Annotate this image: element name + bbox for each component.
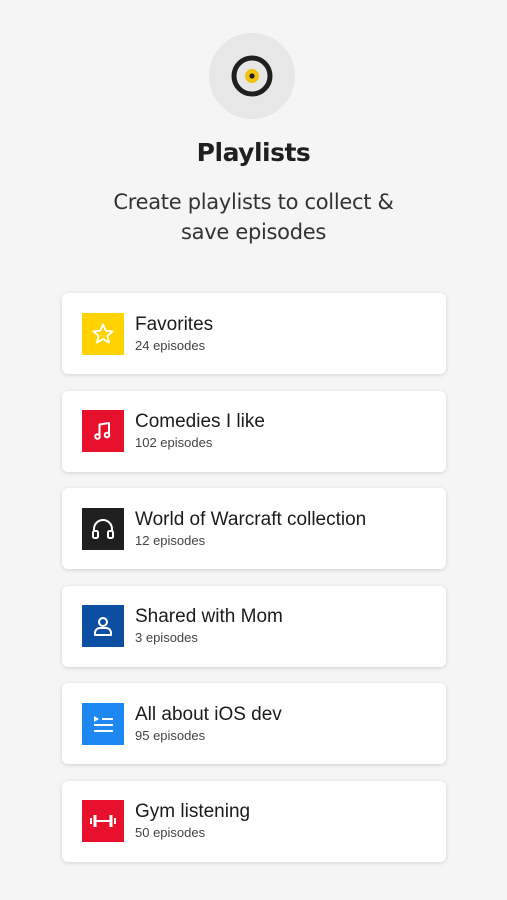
- headphones-icon: [82, 507, 124, 550]
- playlist-episode-count: 3 episodes: [135, 630, 198, 646]
- dumbbell-icon: [82, 800, 124, 843]
- music-note-icon: [82, 410, 124, 453]
- page-subtitle: Create playlists to collect & save episo…: [110, 187, 397, 247]
- playlist-item-shared-with-mom[interactable]: Shared with Mom 3 episodes: [62, 585, 446, 667]
- playlist-item-ios-dev[interactable]: All about iOS dev 95 episodes: [62, 683, 446, 765]
- playlist-item-comedies[interactable]: Comedies I like 102 episodes: [62, 390, 446, 472]
- playlist-name: Favorites: [135, 313, 214, 335]
- person-icon: [82, 605, 124, 648]
- playlist-episode-count: 12 episodes: [135, 532, 206, 548]
- playlist-item-gym[interactable]: Gym listening 50 episodes: [62, 780, 446, 862]
- playlist-name: All about iOS dev: [135, 703, 282, 725]
- playlist-list: Favorites 24 episodes Comedies I like 10…: [62, 293, 446, 879]
- playlist-name: World of Warcraft collection: [135, 508, 367, 530]
- subtitle-line-1: Create playlists to collect &: [113, 190, 394, 214]
- star-icon: [82, 312, 124, 355]
- playlist-name: Shared with Mom: [135, 606, 283, 628]
- playlist-name: Gym listening: [135, 801, 251, 823]
- page-title: Playlists: [196, 138, 311, 167]
- playlist-episode-count: 95 episodes: [135, 727, 206, 743]
- playlist-episode-count: 102 episodes: [135, 435, 213, 451]
- playlist-name: Comedies I like: [135, 411, 265, 433]
- subtitle-line-2: save episodes: [181, 220, 326, 244]
- playlist-icon: [82, 702, 124, 745]
- playlist-item-favorites[interactable]: Favorites 24 episodes: [62, 293, 446, 374]
- playlist-episode-count: 24 episodes: [135, 337, 206, 353]
- vinyl-record-icon: [209, 33, 295, 119]
- playlist-item-warcraft[interactable]: World of Warcraft collection 12 episodes: [62, 488, 446, 570]
- playlist-episode-count: 50 episodes: [135, 825, 206, 841]
